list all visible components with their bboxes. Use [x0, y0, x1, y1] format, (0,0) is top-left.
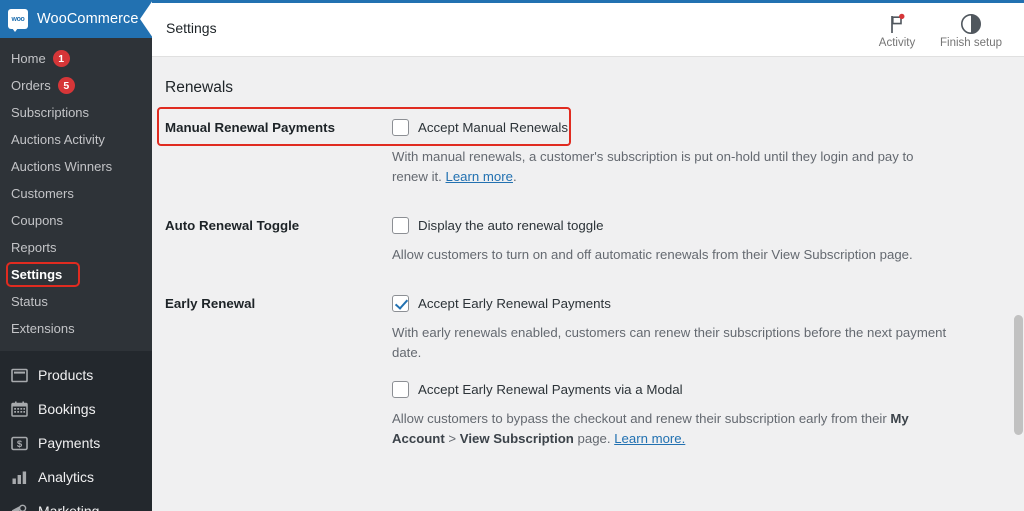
- dollar-card-icon: $: [9, 434, 29, 452]
- scrollbar-thumb[interactable]: [1014, 315, 1023, 435]
- logo-text: woo: [11, 15, 25, 23]
- settings-content: Renewals Manual Renewal Payments Accept …: [152, 57, 1024, 511]
- row-body: Display the auto renewal toggle Allow cu…: [392, 217, 992, 265]
- sidebar-item-label: Payments: [38, 435, 101, 451]
- activity-label: Activity: [878, 37, 916, 50]
- sidebar-item-reports[interactable]: Reports: [0, 234, 152, 261]
- finish-setup-label: Finish setup: [939, 37, 1002, 50]
- megaphone-icon: [9, 502, 29, 511]
- accept-early-renewal-modal-option[interactable]: Accept Early Renewal Payments via a Moda…: [392, 381, 952, 399]
- row-label: Manual Renewal Payments: [165, 120, 335, 135]
- sidebar-item-settings[interactable]: Settings: [0, 261, 152, 288]
- vertical-scrollbar[interactable]: [1012, 57, 1024, 511]
- activity-button[interactable]: Activity: [860, 6, 934, 50]
- sidebar-item-label: Reports: [11, 240, 57, 255]
- sidebar-item-label: Settings: [11, 267, 63, 282]
- sidebar-item-auctions-activity[interactable]: Auctions Activity: [0, 126, 152, 153]
- row-body: Accept Manual Renewals With manual renew…: [392, 119, 992, 187]
- sidebar-item-label: Products: [38, 367, 94, 383]
- setting-row-manual-renewal: Manual Renewal Payments Accept Manual Re…: [152, 107, 1024, 187]
- sidebar-item-status[interactable]: Status: [0, 288, 152, 315]
- main-panel: Settings Activity Finish setup Renewals …: [152, 0, 1024, 511]
- sidebar-item-customers[interactable]: Customers: [0, 180, 152, 207]
- sidebar-item-orders[interactable]: Orders 5: [0, 72, 152, 99]
- sidebar-item-label: Status: [11, 294, 48, 309]
- sidebar-item-subscriptions[interactable]: Subscriptions: [0, 99, 152, 126]
- calendar-icon: [9, 400, 29, 418]
- checkbox-label: Display the auto renewal toggle: [418, 218, 604, 234]
- sidebar-item-label: Coupons: [11, 213, 64, 228]
- accept-manual-renewals-checkbox[interactable]: [392, 119, 409, 136]
- progress-circle-icon: [960, 9, 982, 35]
- orders-badge: 5: [57, 77, 75, 94]
- early-renewal-description: With early renewals enabled, customers c…: [392, 325, 947, 361]
- sidebar-item-label: Subscriptions: [11, 105, 90, 120]
- sidebar-item-label: Bookings: [38, 401, 96, 417]
- checkbox-label: Accept Manual Renewals: [418, 120, 569, 135]
- display-auto-renewal-toggle-checkbox[interactable]: [392, 217, 409, 235]
- finish-setup-button[interactable]: Finish setup: [934, 6, 1008, 50]
- sidebar-item-bookings[interactable]: Bookings: [0, 392, 152, 426]
- setting-row-auto-renewal-toggle: Auto Renewal Toggle Display the auto ren…: [152, 217, 1024, 265]
- page-title: Settings: [166, 20, 217, 36]
- display-auto-renewal-toggle-option[interactable]: Display the auto renewal toggle: [392, 217, 952, 235]
- learn-more-link[interactable]: Learn more: [446, 169, 513, 184]
- sidebar-item-products[interactable]: Products: [0, 358, 152, 392]
- box-icon: [9, 366, 29, 384]
- manual-renewal-description: With manual renewals, a customer's subsc…: [392, 147, 952, 187]
- sidebar-brand-header[interactable]: woo WooCommerce: [0, 0, 153, 38]
- sidebar-item-home[interactable]: Home 1: [0, 45, 152, 72]
- sidebar-item-payments[interactable]: $ Payments: [0, 426, 152, 460]
- sidebar-item-analytics[interactable]: Analytics: [0, 460, 152, 494]
- sidebar-item-label: Orders: [11, 78, 51, 93]
- description-text: Allow customers to bypass the checkout a…: [392, 411, 891, 427]
- description-suffix: .: [512, 169, 517, 185]
- sidebar-item-coupons[interactable]: Coupons: [0, 207, 152, 234]
- auto-renewal-description: Allow customers to turn on and off autom…: [392, 247, 913, 263]
- flag-icon: [887, 9, 907, 35]
- accept-early-renewal-checkbox[interactable]: [392, 295, 409, 313]
- accept-early-renewal-modal-checkbox[interactable]: [392, 381, 409, 399]
- description-text: >: [444, 431, 460, 447]
- woocommerce-admin-screen: woo WooCommerce Home 1 Orders 5 Subscrip…: [0, 0, 1024, 511]
- top-accent-strip: [152, 0, 1024, 3]
- woocommerce-logo-icon: woo: [8, 9, 28, 32]
- sidebar-item-label: Auctions Winners: [11, 159, 113, 174]
- sidebar-item-label: Auctions Activity: [11, 132, 105, 147]
- description-text: page.: [573, 431, 615, 447]
- view-subscription-emphasis: View Subscription: [459, 431, 574, 447]
- checkbox-label: Accept Early Renewal Payments: [418, 296, 611, 312]
- topbar: Settings Activity Finish setup: [152, 0, 1024, 57]
- sidebar-item-label: Customers: [11, 186, 74, 201]
- sidebar-submenu: Home 1 Orders 5 Subscriptions Auctions A…: [0, 38, 152, 351]
- sidebar-item-label: Home: [11, 51, 46, 66]
- row-label: Early Renewal: [165, 296, 256, 312]
- learn-more-link[interactable]: Learn more.: [614, 431, 685, 446]
- sidebar-item-label: Analytics: [38, 469, 95, 485]
- row-body: Accept Early Renewal Payments With early…: [392, 295, 992, 449]
- brand-title: WooCommerce: [37, 11, 139, 27]
- sidebar-item-label: Marketing: [38, 503, 100, 511]
- setting-row-early-renewal: Early Renewal Accept Early Renewal Payme…: [152, 295, 1024, 449]
- bar-chart-icon: [9, 468, 29, 486]
- sidebar: woo WooCommerce Home 1 Orders 5 Subscrip…: [0, 0, 153, 511]
- sidebar-item-extensions[interactable]: Extensions: [0, 315, 152, 342]
- row-label: Auto Renewal Toggle: [165, 218, 300, 234]
- modal-option-description: Allow customers to bypass the checkout a…: [392, 409, 952, 449]
- sidebar-item-marketing[interactable]: Marketing: [0, 494, 152, 511]
- accept-manual-renewals-option[interactable]: Accept Manual Renewals: [392, 119, 952, 136]
- sidebar-item-label: Extensions: [11, 321, 75, 336]
- section-title: Renewals: [165, 79, 234, 96]
- sidebar-item-auctions-winners[interactable]: Auctions Winners: [0, 153, 152, 180]
- sidebar-mainmenu: Products Bookings $ Payments Analytics M…: [0, 351, 152, 511]
- accept-early-renewal-option[interactable]: Accept Early Renewal Payments: [392, 295, 952, 313]
- checkbox-label: Accept Early Renewal Payments via a Moda…: [418, 382, 683, 398]
- home-badge: 1: [52, 50, 70, 67]
- svg-text:$: $: [16, 439, 22, 450]
